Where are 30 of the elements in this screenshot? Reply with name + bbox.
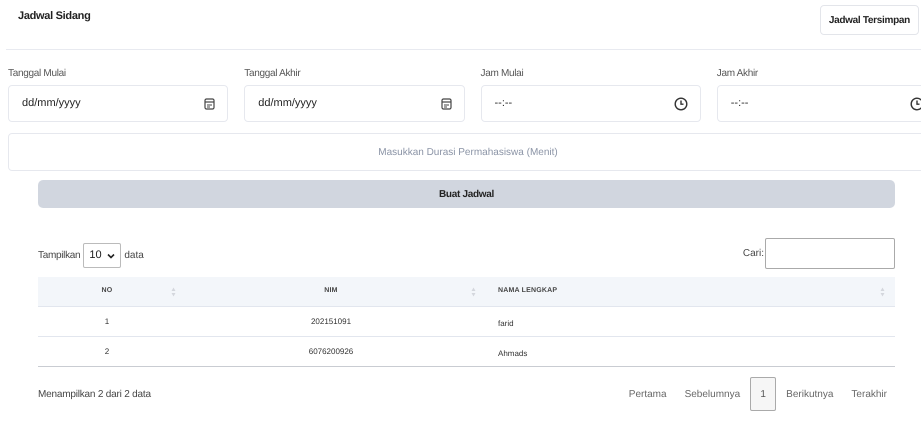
saved-schedule-button[interactable]: Jadwal Tersimpan	[820, 5, 919, 35]
clock-icon[interactable]	[674, 96, 688, 110]
table-info: Menampilkan 2 dari 2 data	[38, 388, 151, 402]
length-suffix: data	[124, 249, 144, 263]
length-prefix: Tampilkan	[38, 249, 80, 263]
field-label: Jam Akhir	[716, 67, 759, 80]
create-schedule-button[interactable]: Buat Jadwal	[38, 180, 895, 208]
page-length-select[interactable]: 10	[83, 243, 122, 268]
time-field[interactable]: --:--	[716, 85, 921, 122]
time-field[interactable]: --:--	[480, 85, 701, 122]
field-label: Tanggal Mulai	[8, 67, 67, 80]
table-cell: 2	[104, 346, 110, 358]
calendar-icon[interactable]	[440, 98, 452, 110]
pagination-button[interactable]: 1	[750, 377, 776, 411]
field-label: Jam Mulai	[480, 67, 524, 80]
table-cell: 1	[104, 316, 110, 328]
chevron-down-icon	[107, 252, 116, 258]
search-field[interactable]	[765, 238, 895, 269]
table-cell: farid	[498, 318, 514, 328]
search-label: Cari:	[742, 247, 764, 261]
date-field[interactable]: dd/mm/yyyy	[8, 85, 228, 122]
table-cell: 6076200926	[308, 346, 354, 358]
clock-icon[interactable]	[910, 96, 921, 110]
table-cell: 202151091	[310, 316, 352, 328]
page-title: Jadwal Sidang	[18, 9, 91, 24]
calendar-icon[interactable]	[204, 98, 216, 110]
date-field[interactable]: dd/mm/yyyy	[244, 85, 464, 122]
table-cell: Ahmads	[498, 348, 528, 358]
duration-field[interactable]: Masukkan Durasi Permahasiswa (Menit)	[8, 133, 921, 171]
field-label: Tanggal Akhir	[244, 67, 302, 80]
